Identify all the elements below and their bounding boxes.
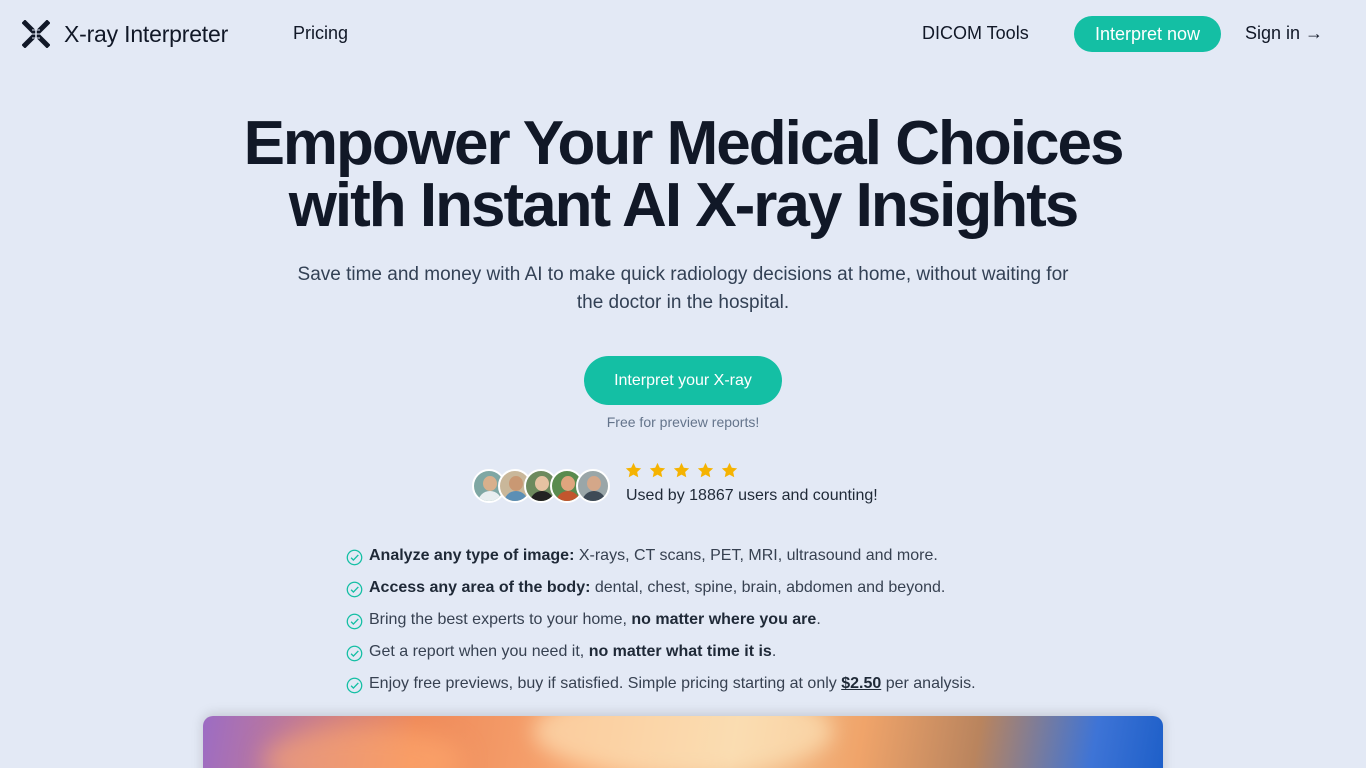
xray-logo-icon: [22, 20, 50, 48]
star-icon: [625, 462, 642, 478]
top-nav: X-ray Interpreter Pricing DICOM Tools In…: [0, 0, 1366, 68]
avatar: [576, 469, 610, 503]
star-icon: [721, 462, 738, 478]
check-circle-icon: [346, 677, 363, 694]
star-icon: [649, 462, 666, 478]
check-circle-icon: [346, 645, 363, 662]
check-circle-icon: [346, 613, 363, 630]
hero-title: Empower Your Medical Choices with Instan…: [0, 113, 1366, 237]
hero-subtitle: Save time and money with AI to make quic…: [297, 264, 1069, 313]
check-circle-icon: [346, 549, 363, 566]
sign-in-label: Sign in: [1245, 23, 1301, 43]
brand-logo-link[interactable]: X-ray Interpreter: [22, 20, 228, 48]
list-item: Bring the best experts to your home, no …: [346, 604, 976, 636]
hero-title-line-2: with Instant AI X-ray Insights: [288, 171, 1080, 240]
interpret-your-xray-button[interactable]: Interpret your X-ray: [584, 356, 782, 405]
product-screenshot-image: [203, 716, 1163, 768]
user-count-text: Used by 18867 users and counting!: [626, 487, 878, 504]
list-item: Analyze any type of image: X-rays, CT sc…: [346, 540, 976, 572]
rating-stars: [625, 462, 745, 479]
list-item: Enjoy free previews, buy if satisfied. S…: [346, 668, 976, 700]
sign-in-link[interactable]: Sign in →: [1245, 23, 1323, 44]
user-avatars: [472, 469, 612, 503]
nav-pricing-link[interactable]: Pricing: [293, 23, 348, 44]
feature-text: Access any area of the body: dental, che…: [369, 579, 946, 596]
interpret-now-button[interactable]: Interpret now: [1074, 16, 1221, 52]
hero-title-line-1: Empower Your Medical Choices: [243, 109, 1125, 178]
feature-text: Get a report when you need it, no matter…: [369, 643, 777, 660]
feature-text: Enjoy free previews, buy if satisfied. S…: [369, 675, 976, 692]
list-item: Get a report when you need it, no matter…: [346, 636, 976, 668]
arrow-right-icon: →: [1305, 23, 1324, 43]
star-icon: [697, 462, 714, 478]
feature-list: Analyze any type of image: X-rays, CT sc…: [346, 540, 976, 700]
pricing-link[interactable]: $2.50: [841, 675, 881, 692]
nav-dicom-tools-link[interactable]: DICOM Tools: [922, 23, 1029, 44]
brand-name: X-ray Interpreter: [64, 20, 229, 47]
feature-text: Analyze any type of image: X-rays, CT sc…: [369, 547, 938, 564]
feature-text: Bring the best experts to your home, no …: [369, 611, 821, 628]
check-circle-icon: [346, 581, 363, 598]
list-item: Access any area of the body: dental, che…: [346, 572, 976, 604]
free-preview-note: Free for preview reports!: [606, 414, 760, 430]
star-icon: [673, 462, 690, 478]
